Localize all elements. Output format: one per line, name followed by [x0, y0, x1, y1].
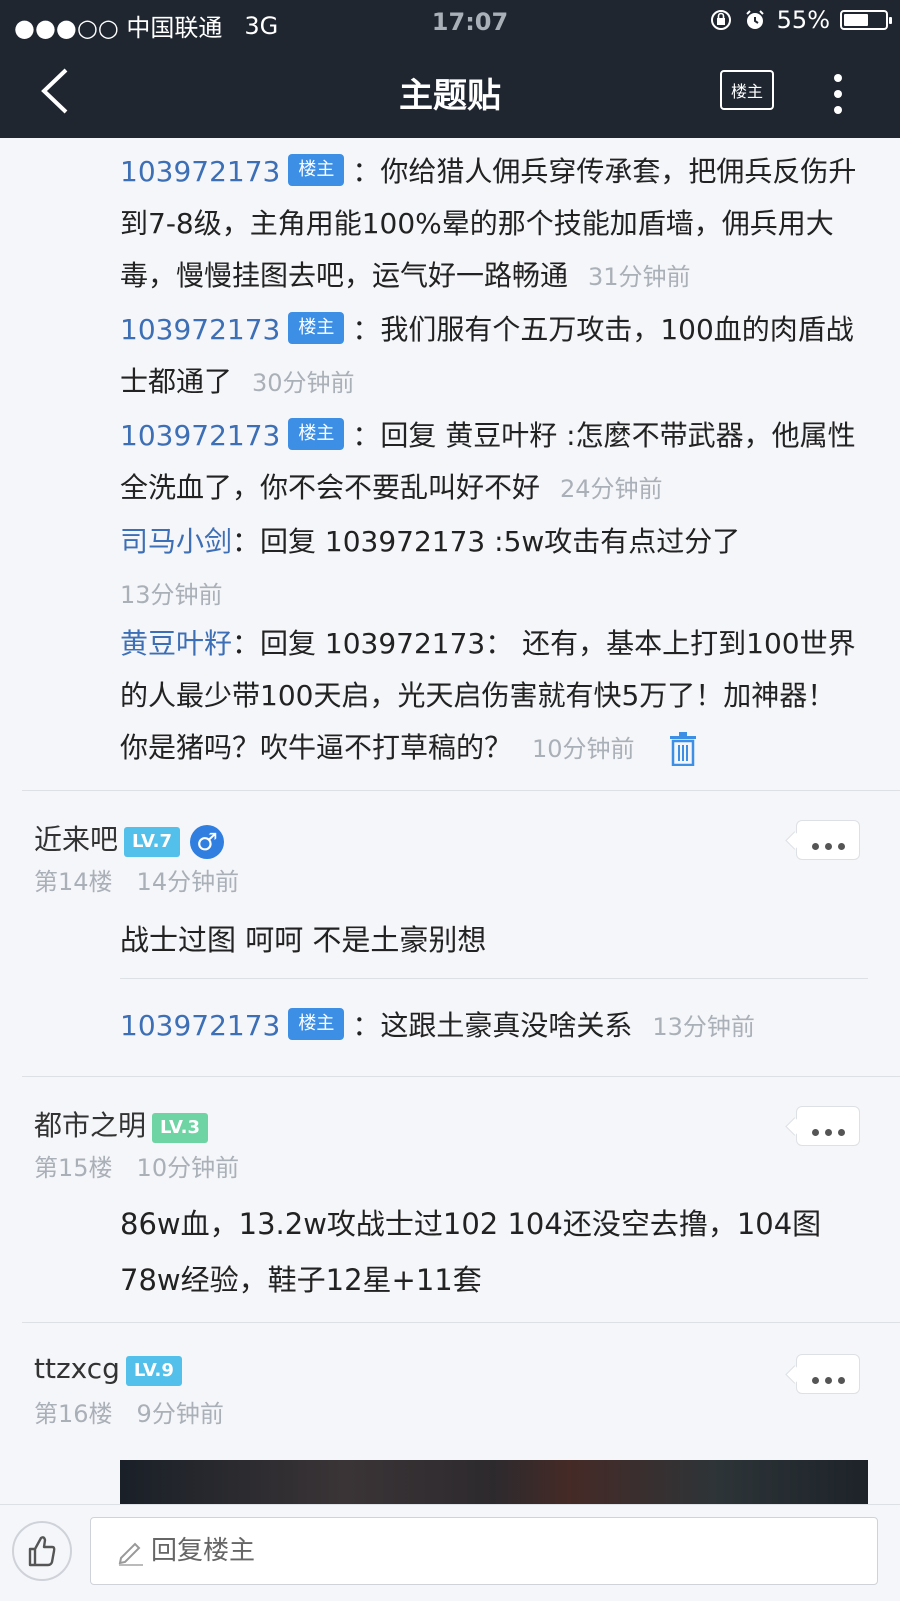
post-header: ttzxcg LV.9 [34, 1352, 182, 1389]
reply-time: 24分钟前 [560, 475, 663, 503]
reply-input[interactable]: 回复楼主 [90, 1517, 878, 1585]
post-username[interactable]: 都市之明 [34, 1109, 146, 1142]
thread-content: 103972173 楼主 ：你给猎人佣兵穿传承套，把佣兵反伤升到7-8级，主角用能1… [0, 138, 900, 1504]
list-item[interactable]: 103972173 楼主 ：这跟土豪真没啥关系 13分钟前 [120, 1000, 860, 1053]
post-header: 都市之明 LV.3 [34, 1104, 208, 1146]
level-badge: LV.9 [125, 1355, 182, 1386]
reply-username[interactable]: 103972173 [120, 155, 280, 188]
alarm-icon [745, 10, 764, 29]
floor-number: 第15楼 [34, 1154, 113, 1182]
only-op-button[interactable]: 楼主 [720, 70, 774, 110]
op-badge: 楼主 [288, 1008, 345, 1040]
reply-text: ：回复 103972173 :5w攻击有点过分了 [232, 525, 741, 558]
reply-username[interactable]: 103972173 [120, 313, 280, 346]
level-badge: LV.3 [152, 1112, 208, 1143]
divider [22, 1322, 900, 1323]
more-menu-icon[interactable] [828, 70, 848, 116]
op-badge: 楼主 [288, 312, 345, 344]
reply-username[interactable]: 103972173 [120, 1009, 280, 1042]
post-time: 10分钟前 [136, 1154, 240, 1182]
post-meta: 第16楼 9分钟前 [34, 1394, 224, 1429]
post-menu-button[interactable] [796, 1354, 860, 1394]
floor-number: 第14楼 [34, 868, 113, 896]
reply-username[interactable]: 黄豆叶籽 [120, 627, 232, 660]
floor-number: 第16楼 [34, 1400, 113, 1428]
post-time: 9分钟前 [136, 1400, 224, 1428]
rotation-lock-icon [710, 10, 731, 30]
reply-time: 13分钟前 [120, 581, 223, 609]
post-body: 86w血，13.2w攻战士过102 104还没空去撸，104图78w经验，鞋子1… [120, 1207, 822, 1297]
reply-text: ：这跟土豪真没啥关系 [352, 1009, 633, 1042]
post-username[interactable]: 近来吧 [34, 823, 118, 856]
status-bar: ●●●○○ 中国联通 3G 17:07 55% [0, 0, 900, 44]
list-item[interactable]: 103972173 楼主 ：我们服有个五万攻击，100血的肉盾战士都通了 30分钟前 [120, 304, 860, 409]
thumbs-up-icon [28, 1536, 56, 1567]
op-badge: 楼主 [288, 154, 345, 186]
reply-time: 13分钟前 [652, 1013, 755, 1041]
list-item[interactable]: 黄豆叶籽：回复 103972173： 还有，基本上打到100世界的人最少带100… [120, 618, 860, 775]
bottom-reply-bar: 回复楼主 [0, 1504, 900, 1601]
reply-placeholder: 回复楼主 [151, 1536, 256, 1566]
like-button[interactable] [12, 1521, 72, 1581]
reply-username[interactable]: 103972173 [120, 419, 280, 452]
post-body: 战士过图 呵呵 不是土豪别想 [120, 923, 487, 957]
battery-percent: 55% [776, 6, 830, 34]
level-badge: LV.7 [124, 826, 180, 857]
male-icon: ♂ [189, 824, 224, 859]
post-menu-button[interactable] [796, 820, 860, 860]
post-menu-button[interactable] [796, 1106, 860, 1146]
reply-time: 31分钟前 [588, 263, 691, 291]
nav-bar: 主题贴 楼主 [0, 44, 900, 138]
post-username[interactable]: ttzxcg [34, 1352, 120, 1385]
post-meta: 第14楼 14分钟前 [34, 862, 239, 897]
trash-icon[interactable] [669, 732, 697, 767]
pencil-icon [118, 1542, 143, 1566]
list-item[interactable]: 司马小剑：回复 103972173 :5w攻击有点过分了 13分钟前 [120, 516, 860, 621]
divider [22, 1076, 900, 1077]
post-meta: 第15楼 10分钟前 [34, 1148, 239, 1183]
list-item[interactable]: 103972173 楼主 ：回复 黄豆叶籽 :怎麼不带武器，他属性全洗血了，你不会不… [120, 410, 860, 515]
post-header: 近来吧 LV.7 ♂ [34, 818, 224, 862]
op-badge: 楼主 [288, 418, 345, 450]
post-image[interactable] [120, 1460, 868, 1504]
reply-username[interactable]: 司马小剑 [120, 525, 232, 558]
reply-time: 30分钟前 [252, 369, 355, 397]
list-item[interactable]: 103972173 楼主 ：你给猎人佣兵穿传承套，把佣兵反伤升到7-8级，主角用能1… [120, 146, 860, 303]
divider [22, 790, 900, 791]
reply-time: 10分钟前 [532, 735, 635, 763]
battery-icon [840, 10, 892, 30]
post-time: 14分钟前 [136, 868, 240, 896]
divider [120, 978, 868, 979]
